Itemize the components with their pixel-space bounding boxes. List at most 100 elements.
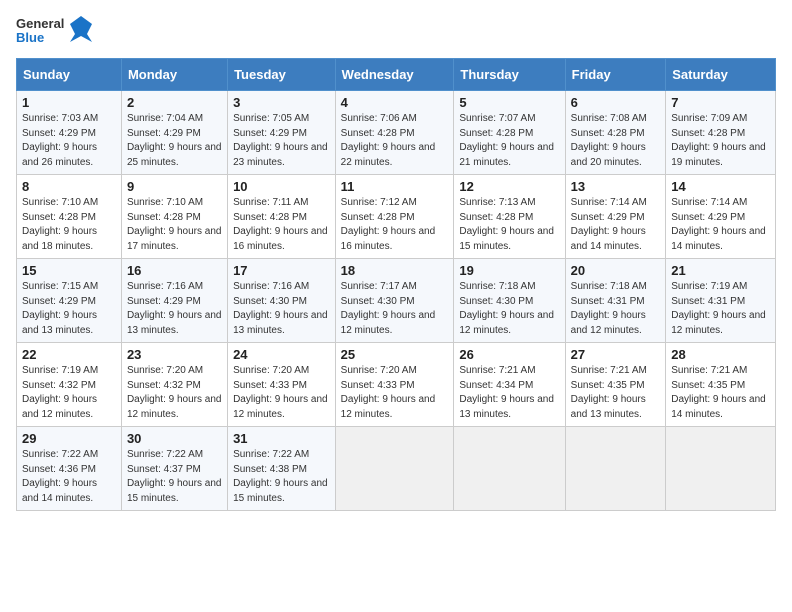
calendar-cell: 1 Sunrise: 7:03 AMSunset: 4:29 PMDaylight… bbox=[17, 91, 122, 175]
day-info: Sunrise: 7:06 AMSunset: 4:28 PMDaylight:… bbox=[341, 112, 449, 170]
day-info: Sunrise: 7:09 AMSunset: 4:28 PMDaylight:… bbox=[671, 112, 770, 170]
day-info: Sunrise: 7:08 AMSunset: 4:28 PMDaylight:… bbox=[571, 112, 661, 170]
day-number: 20 bbox=[571, 263, 661, 278]
calendar-cell: 26 Sunrise: 7:21 AMSunset: 4:34 PMDayligh… bbox=[454, 343, 565, 427]
calendar-cell: 5 Sunrise: 7:07 AMSunset: 4:28 PMDaylight… bbox=[454, 91, 565, 175]
day-number: 2 bbox=[127, 95, 222, 110]
weekday-header: Thursday bbox=[454, 59, 565, 91]
calendar-cell: 24 Sunrise: 7:20 AMSunset: 4:33 PMDayligh… bbox=[228, 343, 336, 427]
calendar-week-row: 22 Sunrise: 7:19 AMSunset: 4:32 PMDayligh… bbox=[17, 343, 776, 427]
day-info: Sunrise: 7:14 AMSunset: 4:29 PMDaylight:… bbox=[671, 196, 770, 254]
day-info: Sunrise: 7:22 AMSunset: 4:38 PMDaylight:… bbox=[233, 448, 330, 506]
calendar-week-row: 15 Sunrise: 7:15 AMSunset: 4:29 PMDayligh… bbox=[17, 259, 776, 343]
day-info: Sunrise: 7:20 AMSunset: 4:32 PMDaylight:… bbox=[127, 364, 222, 422]
calendar-cell: 25 Sunrise: 7:20 AMSunset: 4:33 PMDayligh… bbox=[335, 343, 454, 427]
calendar-cell: 21Sunrise: 7:19 AMSunset: 4:31 PMDayligh… bbox=[666, 259, 776, 343]
calendar-cell: 10 Sunrise: 7:11 AMSunset: 4:28 PMDayligh… bbox=[228, 175, 336, 259]
calendar-cell: 4 Sunrise: 7:06 AMSunset: 4:28 PMDaylight… bbox=[335, 91, 454, 175]
day-info: Sunrise: 7:13 AMSunset: 4:28 PMDaylight:… bbox=[459, 196, 559, 254]
logo-icon bbox=[70, 16, 92, 46]
day-number: 10 bbox=[233, 179, 330, 194]
weekday-header: Tuesday bbox=[228, 59, 336, 91]
day-info: Sunrise: 7:05 AMSunset: 4:29 PMDaylight:… bbox=[233, 112, 330, 170]
day-info: Sunrise: 7:11 AMSunset: 4:28 PMDaylight:… bbox=[233, 196, 330, 254]
calendar-cell: 2Sunrise: 7:04 AMSunset: 4:29 PMDaylight… bbox=[121, 91, 227, 175]
day-info: Sunrise: 7:18 AMSunset: 4:31 PMDaylight:… bbox=[571, 280, 661, 338]
calendar-cell: 15 Sunrise: 7:15 AMSunset: 4:29 PMDayligh… bbox=[17, 259, 122, 343]
calendar-cell: 28 Sunrise: 7:21 AMSunset: 4:35 PMDayligh… bbox=[666, 343, 776, 427]
calendar-cell: 29 Sunrise: 7:22 AMSunset: 4:36 PMDayligh… bbox=[17, 427, 122, 511]
logo: General Blue bbox=[16, 16, 92, 46]
day-number: 8 bbox=[22, 179, 116, 194]
calendar-cell: 18 Sunrise: 7:17 AMSunset: 4:30 PMDayligh… bbox=[335, 259, 454, 343]
calendar-cell: 14 Sunrise: 7:14 AMSunset: 4:29 PMDayligh… bbox=[666, 175, 776, 259]
day-number: 9 bbox=[127, 179, 222, 194]
day-info: Sunrise: 7:22 AMSunset: 4:36 PMDaylight:… bbox=[22, 448, 116, 506]
day-info: Sunrise: 7:17 AMSunset: 4:30 PMDaylight:… bbox=[341, 280, 449, 338]
day-number: 27 bbox=[571, 347, 661, 362]
day-number: 26 bbox=[459, 347, 559, 362]
calendar-cell: 30 Sunrise: 7:22 AMSunset: 4:37 PMDayligh… bbox=[121, 427, 227, 511]
day-info: Sunrise: 7:10 AMSunset: 4:28 PMDaylight:… bbox=[127, 196, 222, 254]
calendar-cell: 11Sunrise: 7:12 AMSunset: 4:28 PMDayligh… bbox=[335, 175, 454, 259]
calendar-cell bbox=[666, 427, 776, 511]
calendar-week-row: 29 Sunrise: 7:22 AMSunset: 4:36 PMDayligh… bbox=[17, 427, 776, 511]
day-info: Sunrise: 7:15 AMSunset: 4:29 PMDaylight:… bbox=[22, 280, 116, 338]
day-number: 18 bbox=[341, 263, 449, 278]
day-info: Sunrise: 7:21 AMSunset: 4:35 PMDaylight:… bbox=[571, 364, 661, 422]
calendar-cell: 7Sunrise: 7:09 AMSunset: 4:28 PMDaylight… bbox=[666, 91, 776, 175]
day-info: Sunrise: 7:20 AMSunset: 4:33 PMDaylight:… bbox=[233, 364, 330, 422]
calendar-cell bbox=[335, 427, 454, 511]
calendar-week-row: 8 Sunrise: 7:10 AMSunset: 4:28 PMDaylight… bbox=[17, 175, 776, 259]
day-number: 24 bbox=[233, 347, 330, 362]
day-number: 5 bbox=[459, 95, 559, 110]
calendar-cell: 22 Sunrise: 7:19 AMSunset: 4:32 PMDayligh… bbox=[17, 343, 122, 427]
day-info: Sunrise: 7:20 AMSunset: 4:33 PMDaylight:… bbox=[341, 364, 449, 422]
day-number: 31 bbox=[233, 431, 330, 446]
day-info: Sunrise: 7:07 AMSunset: 4:28 PMDaylight:… bbox=[459, 112, 559, 170]
calendar-cell: 19Sunrise: 7:18 AMSunset: 4:30 PMDayligh… bbox=[454, 259, 565, 343]
day-number: 30 bbox=[127, 431, 222, 446]
day-number: 23 bbox=[127, 347, 222, 362]
day-number: 12 bbox=[459, 179, 559, 194]
day-number: 11 bbox=[341, 179, 449, 194]
weekday-header: Wednesday bbox=[335, 59, 454, 91]
day-info: Sunrise: 7:14 AMSunset: 4:29 PMDaylight:… bbox=[571, 196, 661, 254]
weekday-header: Monday bbox=[121, 59, 227, 91]
day-info: Sunrise: 7:16 AMSunset: 4:30 PMDaylight:… bbox=[233, 280, 330, 338]
day-number: 19 bbox=[459, 263, 559, 278]
calendar-cell bbox=[454, 427, 565, 511]
day-number: 28 bbox=[671, 347, 770, 362]
day-number: 13 bbox=[571, 179, 661, 194]
day-info: Sunrise: 7:21 AMSunset: 4:35 PMDaylight:… bbox=[671, 364, 770, 422]
weekday-header: Saturday bbox=[666, 59, 776, 91]
day-info: Sunrise: 7:16 AMSunset: 4:29 PMDaylight:… bbox=[127, 280, 222, 338]
day-info: Sunrise: 7:22 AMSunset: 4:37 PMDaylight:… bbox=[127, 448, 222, 506]
calendar-cell: 13 Sunrise: 7:14 AMSunset: 4:29 PMDayligh… bbox=[565, 175, 666, 259]
day-number: 16 bbox=[127, 263, 222, 278]
day-number: 14 bbox=[671, 179, 770, 194]
day-number: 6 bbox=[571, 95, 661, 110]
calendar-cell: 27 Sunrise: 7:21 AMSunset: 4:35 PMDayligh… bbox=[565, 343, 666, 427]
day-info: Sunrise: 7:03 AMSunset: 4:29 PMDaylight:… bbox=[22, 112, 116, 170]
calendar-cell: 16 Sunrise: 7:16 AMSunset: 4:29 PMDayligh… bbox=[121, 259, 227, 343]
calendar-cell: 17Sunrise: 7:16 AMSunset: 4:30 PMDayligh… bbox=[228, 259, 336, 343]
day-number: 1 bbox=[22, 95, 116, 110]
weekday-header: Sunday bbox=[17, 59, 122, 91]
day-number: 15 bbox=[22, 263, 116, 278]
header: General Blue bbox=[16, 16, 776, 46]
calendar-cell: 23 Sunrise: 7:20 AMSunset: 4:32 PMDayligh… bbox=[121, 343, 227, 427]
weekday-header: Friday bbox=[565, 59, 666, 91]
calendar-cell: 3Sunrise: 7:05 AMSunset: 4:29 PMDaylight… bbox=[228, 91, 336, 175]
calendar-cell: 31 Sunrise: 7:22 AMSunset: 4:38 PMDayligh… bbox=[228, 427, 336, 511]
day-info: Sunrise: 7:19 AMSunset: 4:32 PMDaylight:… bbox=[22, 364, 116, 422]
calendar-cell: 20 Sunrise: 7:18 AMSunset: 4:31 PMDayligh… bbox=[565, 259, 666, 343]
calendar-week-row: 1 Sunrise: 7:03 AMSunset: 4:29 PMDaylight… bbox=[17, 91, 776, 175]
day-number: 22 bbox=[22, 347, 116, 362]
day-number: 29 bbox=[22, 431, 116, 446]
day-info: Sunrise: 7:21 AMSunset: 4:34 PMDaylight:… bbox=[459, 364, 559, 422]
logo-general: General bbox=[16, 17, 64, 31]
calendar-cell bbox=[565, 427, 666, 511]
day-number: 25 bbox=[341, 347, 449, 362]
day-number: 4 bbox=[341, 95, 449, 110]
